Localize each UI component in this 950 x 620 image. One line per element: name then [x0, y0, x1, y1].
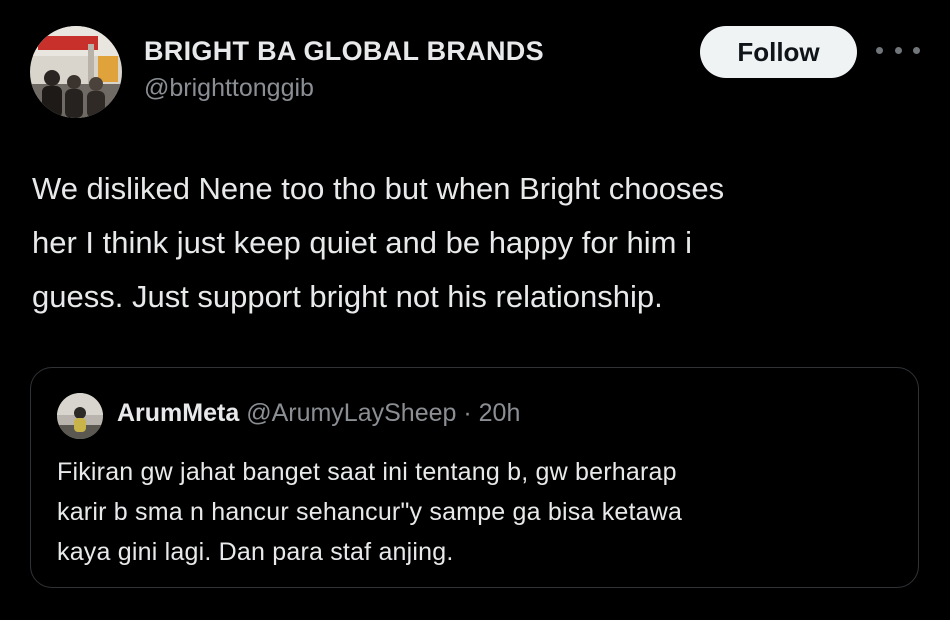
- tweet-text-line: guess. Just support bright not his relat…: [32, 279, 663, 314]
- more-dot: [913, 46, 920, 54]
- follow-button[interactable]: Follow: [700, 26, 857, 78]
- more-dot: [876, 46, 883, 54]
- author-handle[interactable]: @brighttonggib: [144, 74, 314, 103]
- group-photo-avatar-icon: [30, 26, 122, 118]
- author-display-name[interactable]: BRIGHT BA GLOBAL BRANDS: [144, 36, 544, 67]
- quote-separator: ·: [456, 399, 478, 427]
- tweet-text: We disliked Nene too tho but when Bright…: [32, 162, 912, 324]
- quote-text: Fikiran gw jahat banget saat ini tentang…: [57, 452, 907, 572]
- quoted-tweet-card[interactable]: ArumMeta @ArumyLaySheep · 20h Fikiran gw…: [30, 367, 919, 588]
- more-dot: [894, 46, 902, 54]
- author-avatar[interactable]: [30, 26, 122, 118]
- quote-text-line: karir b sma n hancur sehancur"y sampe ga…: [57, 498, 683, 526]
- quote-text-line: Fikiran gw jahat banget saat ini tentang…: [57, 458, 677, 486]
- quote-display-name[interactable]: ArumMeta: [117, 399, 239, 427]
- quote-handle[interactable]: @ArumyLaySheep: [246, 399, 456, 427]
- more-options-icon[interactable]: [876, 38, 920, 62]
- tweet: BRIGHT BA GLOBAL BRANDS @brighttonggib F…: [0, 0, 950, 620]
- quote-timestamp[interactable]: 20h: [479, 399, 521, 427]
- small-figure-avatar-icon: [57, 393, 103, 439]
- quote-header: ArumMeta @ArumyLaySheep · 20h: [117, 399, 520, 428]
- quote-text-line: kaya gini lagi. Dan para staf anjing.: [57, 538, 454, 566]
- separator-dot: ·: [463, 399, 472, 427]
- tweet-text-line: her I think just keep quiet and be happy…: [32, 225, 693, 260]
- tweet-text-line: We disliked Nene too tho but when Bright…: [32, 171, 725, 206]
- quote-author-avatar[interactable]: [57, 393, 103, 439]
